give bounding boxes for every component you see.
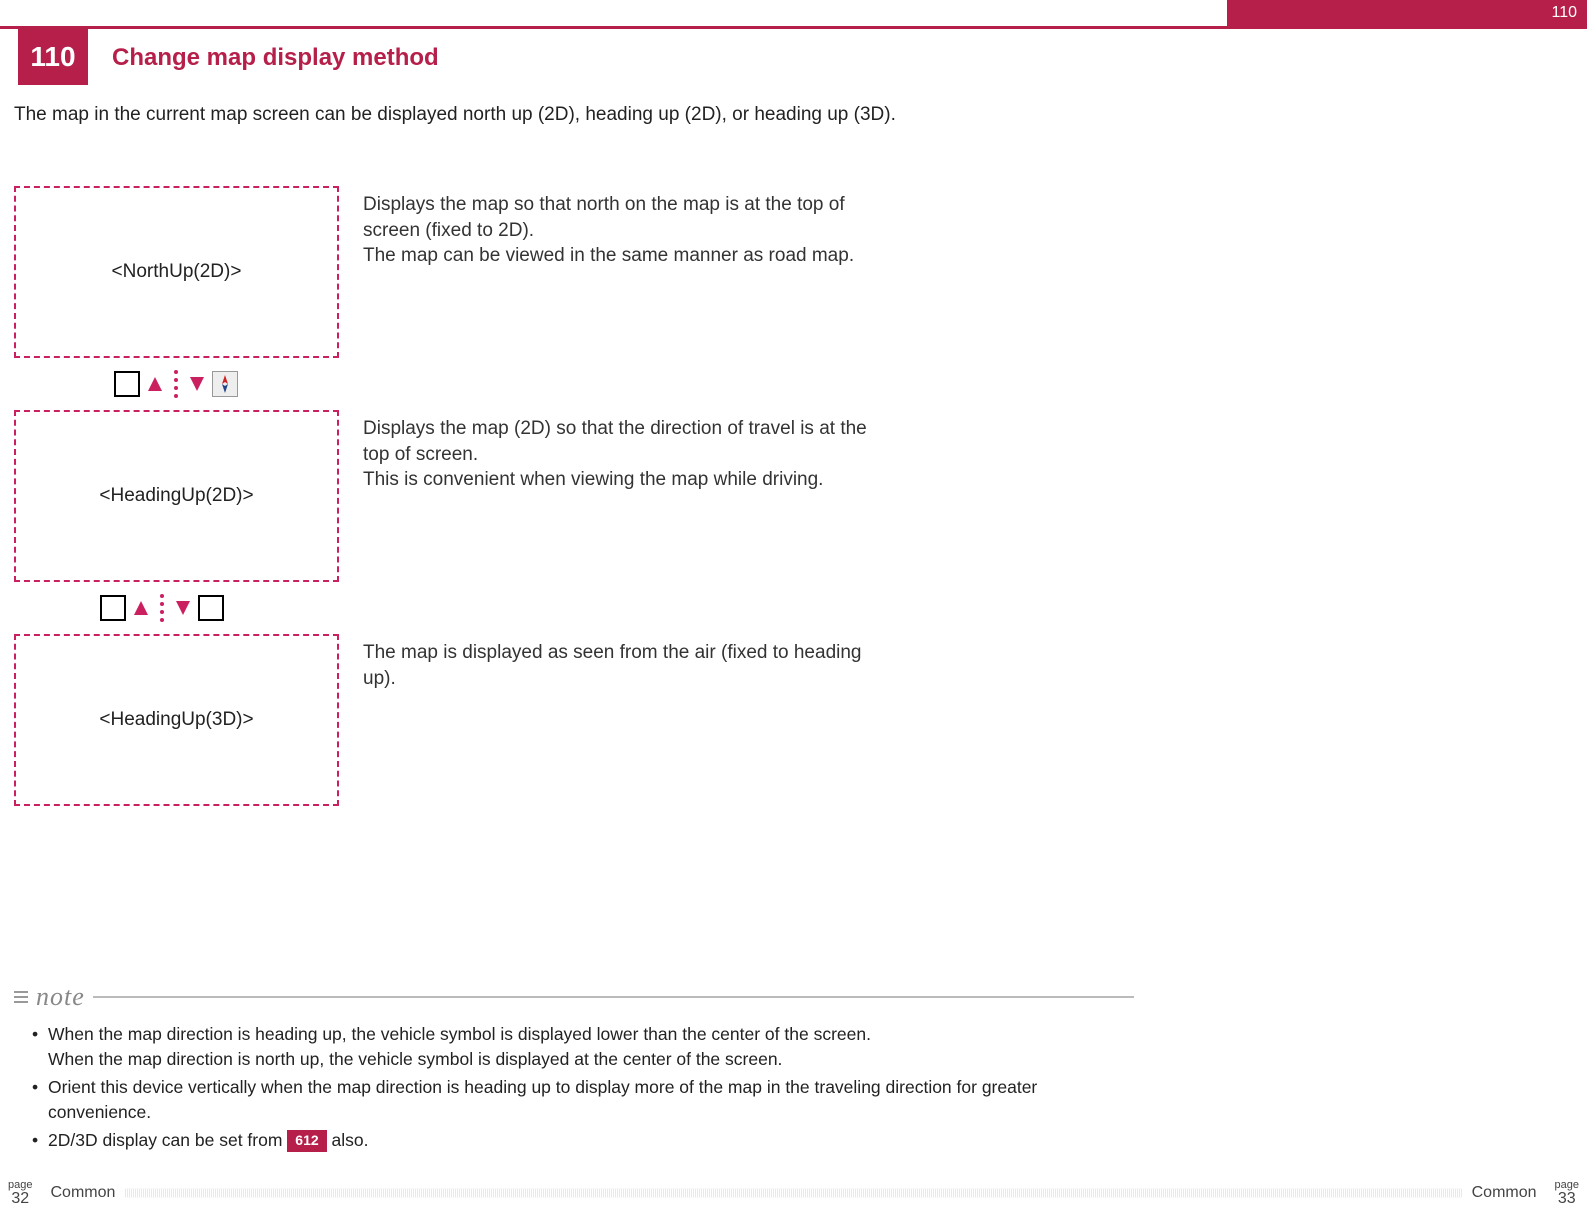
top-section-number: 110 xyxy=(1227,0,1587,26)
indicator-box xyxy=(198,595,224,621)
section-badge: 110 xyxy=(18,29,88,85)
note-block: note When the map direction is heading u… xyxy=(14,982,1134,1157)
note-text: When the map direction is north up, the … xyxy=(48,1049,782,1069)
connector-dots xyxy=(156,594,168,622)
page-label: page xyxy=(1555,1180,1579,1191)
desc-line: The map can be viewed in the same manner… xyxy=(363,245,854,266)
page-title: Change map display method xyxy=(112,44,439,72)
footer-page-left: page 32 xyxy=(0,1180,40,1207)
arrow-down-icon xyxy=(176,601,190,615)
mode-label: <NorthUp(2D)> xyxy=(112,261,242,283)
page-number: 32 xyxy=(8,1191,32,1207)
page-number: 33 xyxy=(1555,1191,1579,1207)
mode-label: <HeadingUp(2D)> xyxy=(99,485,253,507)
indicator-box xyxy=(100,595,126,621)
note-list: When the map direction is heading up, th… xyxy=(14,1012,1134,1153)
note-item: 2D/3D display can be set from 612 also. xyxy=(48,1128,1134,1153)
footer-bar xyxy=(125,1188,1461,1198)
intro-text: The map in the current map screen can be… xyxy=(14,102,904,128)
page-ref-tag: 612 xyxy=(287,1130,326,1152)
arrow-up-icon xyxy=(134,601,148,615)
connector xyxy=(14,358,929,410)
mode-desc: Displays the map so that north on the ma… xyxy=(363,186,893,269)
connector xyxy=(14,582,929,634)
mode-desc: The map is displayed as seen from the ai… xyxy=(363,634,893,691)
note-text: 2D/3D display can be set from xyxy=(48,1130,287,1150)
note-text: Orient this device vertically when the m… xyxy=(48,1077,1037,1122)
footer-page-right: page 33 xyxy=(1547,1180,1587,1207)
mode-label: <HeadingUp(3D)> xyxy=(99,709,253,731)
mode-card-headingup2d: <HeadingUp(2D)> xyxy=(14,410,339,582)
note-text: also. xyxy=(327,1130,369,1150)
mode-row: <HeadingUp(3D)> The map is displayed as … xyxy=(14,634,929,806)
compass-icon xyxy=(212,371,238,397)
note-item: When the map direction is heading up, th… xyxy=(48,1022,1134,1071)
desc-line: This is convenient when viewing the map … xyxy=(363,469,823,490)
note-rule xyxy=(93,996,1134,998)
footer: page 32 Common Common page 33 xyxy=(0,1175,1587,1211)
desc-line: Displays the map (2D) so that the direct… xyxy=(363,418,867,465)
note-item: Orient this device vertically when the m… xyxy=(48,1075,1134,1124)
desc-line: Displays the map so that north on the ma… xyxy=(363,194,845,241)
arrow-down-icon xyxy=(190,377,204,391)
arrow-up-icon xyxy=(148,377,162,391)
page-label: page xyxy=(8,1180,32,1191)
note-header: note xyxy=(14,982,1134,1012)
mode-desc: Displays the map (2D) so that the direct… xyxy=(363,410,893,493)
note-heading: note xyxy=(36,982,85,1012)
mode-list: <NorthUp(2D)> Displays the map so that n… xyxy=(14,186,929,806)
indicator-box xyxy=(114,371,140,397)
mode-row: <NorthUp(2D)> Displays the map so that n… xyxy=(14,186,929,358)
mode-card-headingup3d: <HeadingUp(3D)> xyxy=(14,634,339,806)
mode-card-northup2d: <NorthUp(2D)> xyxy=(14,186,339,358)
connector-dots xyxy=(170,370,182,398)
note-text: When the map direction is heading up, th… xyxy=(48,1024,871,1044)
header-strip xyxy=(0,26,1587,29)
footer-section-right: Common xyxy=(1462,1184,1547,1202)
desc-line: The map is displayed as seen from the ai… xyxy=(363,642,862,689)
mode-row: <HeadingUp(2D)> Displays the map (2D) so… xyxy=(14,410,929,582)
note-bars-icon xyxy=(14,991,28,1003)
footer-section-left: Common xyxy=(40,1184,125,1202)
